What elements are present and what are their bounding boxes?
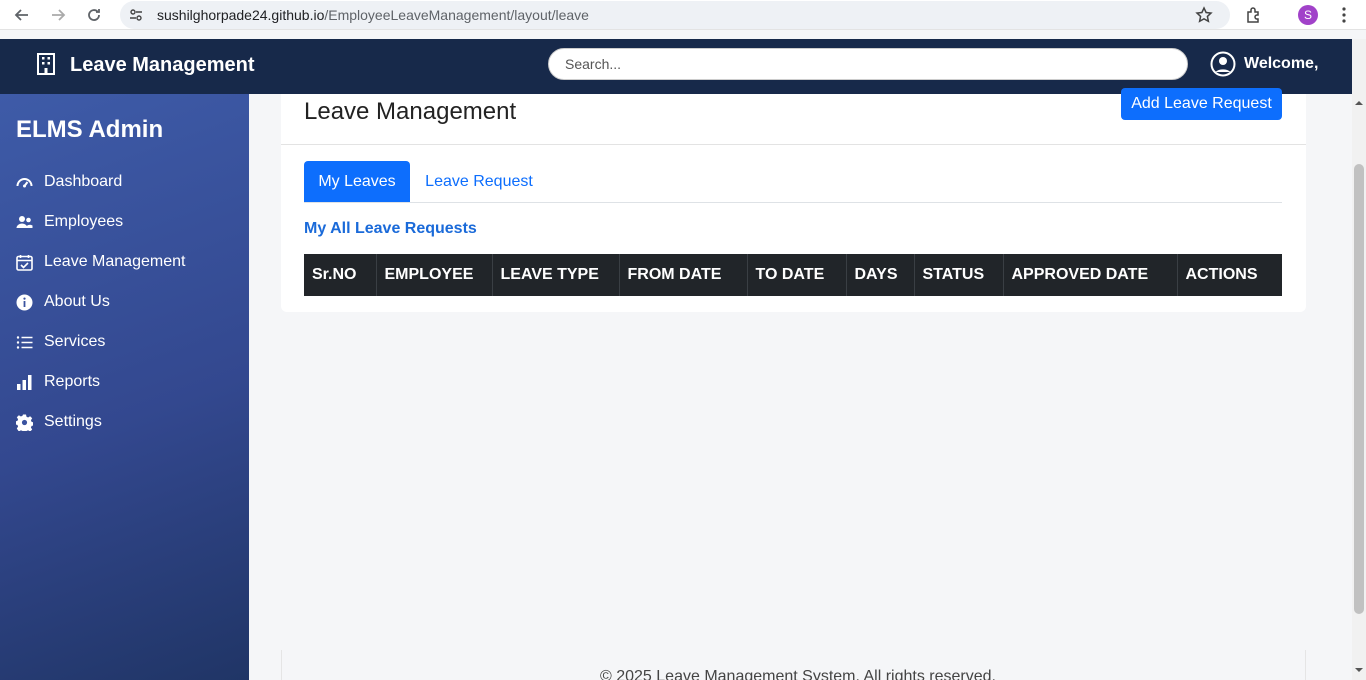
tab-leave-request[interactable]: Leave Request xyxy=(415,161,543,202)
section-heading: My All Leave Requests xyxy=(304,220,477,237)
sidebar-item-label: Dashboard xyxy=(44,173,123,190)
sidebar-item-label: Employees xyxy=(44,213,124,230)
sidebar-item-label: About Us xyxy=(44,293,110,310)
scroll-down-icon[interactable] xyxy=(1355,666,1363,674)
tab-underline xyxy=(304,202,1282,203)
sidebar: ELMS Admin Dashboard Employees Leave Man… xyxy=(0,94,249,680)
page-title: Leave Management xyxy=(304,98,517,125)
gear-icon xyxy=(16,414,33,431)
users-icon xyxy=(16,216,33,228)
sidebar-item-about-us[interactable]: About Us xyxy=(0,286,249,318)
column-header-from-date: FROM DATE xyxy=(619,254,748,296)
column-header-actions: ACTIONS xyxy=(1185,266,1258,283)
column-header-employee: EMPLOYEE xyxy=(376,254,493,296)
sidebar-item-services[interactable]: Services xyxy=(0,326,249,358)
app-header: Leave Management Welcome, xyxy=(0,39,1352,94)
back-icon[interactable] xyxy=(12,5,32,25)
dashboard-icon xyxy=(16,178,33,188)
leave-management-card: Leave Management Add Leave Request My Le… xyxy=(281,88,1306,312)
sidebar-item-employees[interactable]: Employees xyxy=(0,206,249,238)
sidebar-item-leave-management[interactable]: Leave Management xyxy=(0,246,249,278)
scroll-thumb[interactable] xyxy=(1354,164,1364,614)
tab-my-leaves[interactable]: My Leaves xyxy=(304,161,410,202)
sidebar-item-dashboard[interactable]: Dashboard xyxy=(0,166,249,198)
url-host: sushilghorpade24.github.io xyxy=(157,7,325,23)
info-icon xyxy=(16,294,33,311)
sidebar-item-settings[interactable]: Settings xyxy=(0,406,249,438)
column-header-leave-type: LEAVE TYPE xyxy=(492,254,620,296)
column-header-status: STATUS xyxy=(914,254,1004,296)
welcome-text: Welcome, xyxy=(1244,55,1319,72)
footer: © 2025 Leave Management System. All righ… xyxy=(281,650,1306,680)
sidebar-item-label: Reports xyxy=(44,373,101,390)
search-input[interactable] xyxy=(548,48,1188,80)
sidebar-title: ELMS Admin xyxy=(16,116,164,143)
building-icon xyxy=(37,53,55,75)
footer-text: © 2025 Leave Management System. All righ… xyxy=(600,668,996,680)
app-title[interactable]: Leave Management xyxy=(70,54,255,77)
column-header-srno: Sr.NO xyxy=(304,254,377,296)
column-header-approved-date: APPROVED DATE xyxy=(1003,254,1178,296)
scroll-up-icon[interactable] xyxy=(1355,99,1363,107)
page-scrollbar[interactable] xyxy=(1352,39,1366,680)
browser-toolbar: sushilghorpade24.github.io/EmployeeLeave… xyxy=(0,0,1366,30)
sidebar-item-label: Services xyxy=(44,333,106,350)
bookmark-star-icon[interactable] xyxy=(1195,6,1213,24)
reload-icon[interactable] xyxy=(84,5,104,25)
extensions-icon[interactable] xyxy=(1245,6,1263,24)
sidebar-item-reports[interactable]: Reports xyxy=(0,366,249,398)
browser-menu-icon[interactable] xyxy=(1336,5,1352,25)
table-header-row: Sr.NO EMPLOYEE LEAVE TYPE FROM DATE TO D… xyxy=(304,254,1282,296)
column-header-days: DAYS xyxy=(846,254,915,296)
list-icon xyxy=(16,336,33,349)
calendar-check-icon xyxy=(16,255,33,271)
leave-requests-table: Sr.NO EMPLOYEE LEAVE TYPE FROM DATE TO D… xyxy=(304,254,1282,296)
user-circle-icon[interactable] xyxy=(1210,51,1236,77)
profile-avatar[interactable]: S xyxy=(1298,5,1318,25)
forward-icon[interactable] xyxy=(48,5,68,25)
card-divider xyxy=(281,144,1306,145)
sidebar-item-label: Leave Management xyxy=(44,253,186,270)
column-header-to-date: TO DATE xyxy=(747,254,847,296)
sidebar-item-label: Settings xyxy=(44,413,102,430)
url-text: sushilghorpade24.github.io/EmployeeLeave… xyxy=(157,7,589,23)
site-settings-icon[interactable] xyxy=(128,7,144,23)
url-path: /EmployeeLeaveManagement/layout/leave xyxy=(324,7,589,23)
bar-chart-icon xyxy=(17,375,32,390)
address-bar[interactable]: sushilghorpade24.github.io/EmployeeLeave… xyxy=(120,1,1230,29)
add-leave-request-button[interactable]: Add Leave Request xyxy=(1121,88,1282,120)
